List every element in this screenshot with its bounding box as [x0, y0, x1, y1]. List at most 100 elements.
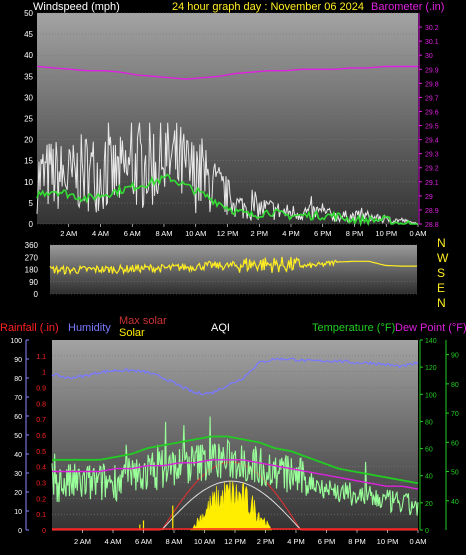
barometer-tick-label: 29.6 — [425, 109, 439, 116]
barometer-tick-label: 28.9 — [425, 208, 439, 215]
temperature-tick-label: 70 — [451, 411, 459, 418]
humidity-tick-label: 40 — [14, 452, 22, 459]
x-tick-label: 10 PM — [377, 537, 399, 546]
solar-tick-label: 120 — [425, 365, 437, 372]
humidity-tick-label: 70 — [14, 395, 22, 402]
barometer-tick-label: 29.1 — [425, 180, 439, 187]
x-tick-label: 6 AM — [135, 537, 152, 546]
humidity-legend: Humidity — [68, 322, 111, 334]
compass-n-label: N — [437, 296, 446, 310]
x-tick-label: 8 AM — [155, 229, 172, 238]
solar-tick-label: 100 — [425, 392, 437, 399]
y-tick-label: 50 — [24, 9, 33, 18]
x-tick-label: 8 PM — [348, 537, 366, 546]
y-tick-label: 25 — [24, 115, 33, 124]
compass-labels: NWSEN — [437, 236, 449, 310]
x-tick-label: 2 PM — [257, 537, 275, 546]
rainfall-tick-label: 0.2 — [36, 496, 46, 503]
direction-tick-label: 90 — [29, 278, 38, 287]
barometer-tick-label: 29 — [425, 194, 433, 201]
x-tick-label: 2 AM — [60, 229, 77, 238]
weather-graph: Windspeed (mph) 24 hour graph day : Nove… — [0, 1, 466, 546]
barometer-tick-label: 30 — [425, 53, 433, 60]
solar-tick-label: 140 — [425, 338, 437, 345]
rainfall-tick-label: 0.6 — [36, 433, 46, 440]
solar-tick-label: 40 — [425, 474, 433, 481]
y-tick-label: 15 — [24, 157, 33, 166]
solar-tick-label: 80 — [425, 419, 433, 426]
direction-tick-label: 0 — [34, 290, 39, 299]
barometer-label: Barometer (.in) — [371, 1, 444, 13]
x-tick-label: 0 AM — [409, 537, 426, 546]
x-tick-label: 4 AM — [104, 537, 121, 546]
x-tick-label: 12 PM — [217, 229, 239, 238]
x-tick-label: 6 AM — [124, 229, 141, 238]
barometer-tick-label: 30.1 — [425, 39, 439, 46]
x-tick-label: 10 AM — [185, 229, 206, 238]
barometer-tick-label: 30.2 — [425, 25, 439, 32]
rainfall-tick-label: 1.1 — [36, 354, 46, 361]
barometer-axis: 28.8 28.9 29 29.1 29.2 29.3 29.4 29.5 29.6 29.7 29… — [418, 13, 439, 229]
x-tick-label: 10 AM — [194, 537, 215, 546]
max-solar-legend: Max solar — [119, 315, 167, 327]
barometer-tick-label: 29.3 — [425, 152, 439, 159]
solar-tick-label: 0 — [425, 528, 429, 535]
x-tick-label: 4 AM — [92, 229, 109, 238]
humidity-tick-label: 100 — [10, 338, 22, 345]
humidity-tick-label: 80 — [14, 376, 22, 383]
temperature-tick-label: 80 — [451, 382, 459, 389]
rainfall-tick-label: 0.1 — [36, 512, 46, 519]
humidity-tick-label: 30 — [14, 471, 22, 478]
temperature-tick-label: 40 — [451, 499, 459, 506]
rainfall-tick-label: 0 — [42, 528, 46, 535]
x-tick-label: 10 PM — [375, 229, 397, 238]
humidity-tick-label: 90 — [14, 357, 22, 364]
solar-tick-label: 60 — [425, 447, 433, 454]
x-tick-label: 2 PM — [250, 229, 268, 238]
dew-point-legend: Dew Point (°F) — [395, 322, 466, 334]
solar-legend: Solar — [119, 327, 145, 339]
y-tick-label: 30 — [24, 93, 33, 102]
temperature-tick-label: 50 — [451, 470, 459, 477]
x-tick-label: 6 PM — [318, 537, 336, 546]
x-tick-label: 8 AM — [165, 537, 182, 546]
rainfall-tick-label: 0.8 — [36, 401, 46, 408]
barometer-tick-label: 29.4 — [425, 138, 439, 145]
compass-e-label: E — [437, 281, 445, 295]
solar-tick-label: 20 — [425, 501, 433, 508]
temperature-legend: Temperature (°F) — [312, 322, 395, 334]
compass-s-label: S — [437, 266, 445, 280]
temperature-panel-x-axis: 2 AM 4 AM 6 AM 8 AM 10 AM 12 PM 2 PM 4 PM 6 PM 8 … — [74, 530, 427, 546]
humidity-tick-label: 0 — [18, 528, 22, 535]
humidity-tick-label: 50 — [14, 433, 22, 440]
x-tick-label: 6 PM — [314, 229, 332, 238]
rainfall-legend: Rainfall (.in) — [0, 322, 59, 334]
humidity-tick-label: 10 — [14, 509, 22, 516]
humidity-tick-label: 20 — [14, 490, 22, 497]
compass-w-label: W — [437, 251, 449, 265]
barometer-tick-label: 28.8 — [425, 222, 439, 229]
wind-panel-x-axis: 2 AM 4 AM 6 AM 8 AM 10 AM 12 PM 2 PM 4 PM 6 PM 8 … — [60, 224, 427, 238]
graph-title: 24 hour graph day : November 06 2024 — [172, 1, 364, 13]
barometer-tick-label: 29.9 — [425, 67, 439, 74]
direction-tick-label: 360 — [25, 241, 39, 250]
rainfall-tick-label: 0.5 — [36, 449, 46, 456]
y-tick-label: 5 — [29, 199, 34, 208]
y-tick-label: 10 — [24, 178, 33, 187]
rainfall-tick-label: 1 — [42, 370, 46, 377]
aqi-legend: AQI — [211, 322, 230, 334]
x-tick-label: 8 PM — [346, 229, 364, 238]
y-tick-label: 35 — [24, 72, 33, 81]
rainfall-tick-label: 0.9 — [36, 386, 46, 393]
direction-tick-label: 270 — [25, 253, 39, 262]
windspeed-label: Windspeed (mph) — [33, 1, 120, 13]
rainfall-tick-label: 0.7 — [36, 417, 46, 424]
rainfall-tick-label: 0.3 — [36, 481, 46, 488]
windspeed-axis: 0 5 10 15 20 25 30 35 40 45 50 — [24, 9, 33, 229]
x-tick-label: 0 AM — [409, 229, 426, 238]
x-tick-label: 4 PM — [282, 229, 300, 238]
x-tick-label: 12 PM — [224, 537, 246, 546]
rainfall-tick-label: 0.4 — [36, 465, 46, 472]
direction-tick-label: 180 — [25, 266, 39, 275]
y-tick-label: 20 — [24, 136, 33, 145]
